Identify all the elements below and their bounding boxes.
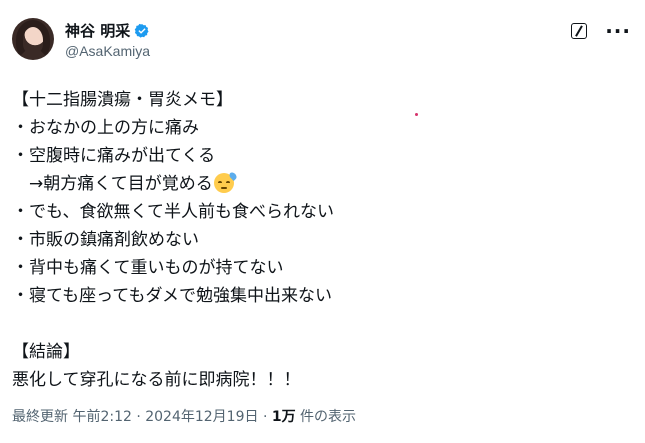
tweet-line: 悪化して穿孔になる前に即病院！！！: [12, 370, 301, 390]
tweet-line: ・市販の鎮痛剤飲めない: [12, 230, 199, 250]
verified-badge-icon: [134, 23, 149, 38]
tweet-text: 【十二指腸潰瘍・胃炎メモ】 ・おなかの上の方に痛み ・空腹時に痛みが出てくる →…: [12, 86, 612, 394]
more-options-icon[interactable]: ···: [605, 21, 631, 41]
tweet-actions-top: ···: [571, 21, 631, 41]
edit-icon[interactable]: [571, 23, 588, 39]
tweet-line: ・おなかの上の方に痛み: [12, 118, 199, 138]
tweet-meta: 最終更新 午前2:12 · 2024年12月19日 · 1万 件の表示: [12, 406, 356, 426]
tweet-line: 【結論】: [12, 342, 80, 362]
tweet-line: ・寝ても座ってもダメで勉強集中出来ない: [12, 286, 332, 306]
views-count: 1万: [271, 409, 296, 425]
timestamp[interactable]: 最終更新 午前2:12 · 2024年12月19日 ·: [12, 409, 272, 425]
tweet-line-with-emoji: →朝方痛くて目が覚める: [12, 170, 612, 198]
tweet-card: 神谷 明采 @AsaKamiya ··· 【十二指腸潰瘍・胃炎メモ】 ・おなかの…: [0, 0, 645, 443]
author-name[interactable]: 神谷 明采: [65, 20, 130, 41]
author-handle[interactable]: @AsaKamiya: [65, 43, 150, 59]
avatar[interactable]: [12, 18, 54, 60]
tweet-line: ・背中も痛くて重いものが持てない: [12, 258, 284, 278]
tweet-line: ・でも、食欲無くて半人前も食べられない: [12, 202, 334, 222]
tweet-line: →朝方痛くて目が覚める: [12, 174, 213, 194]
views-label: 件の表示: [295, 409, 357, 425]
tweet-line: 【十二指腸潰瘍・胃炎メモ】: [12, 90, 233, 110]
tweet-line: ・空腹時に痛みが出てくる: [12, 146, 216, 166]
author-name-row[interactable]: 神谷 明采: [65, 20, 150, 41]
sweat-face-emoji: [213, 171, 238, 193]
